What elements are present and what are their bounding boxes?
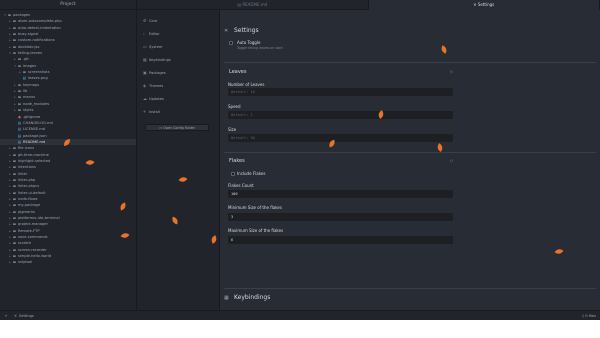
leaves-section-title: Leaves [229,69,247,75]
number-of-leaves-label: Number of Leaves [228,82,265,87]
max-flake-size-input[interactable]: 6 [228,236,453,244]
auto-toggle-checkbox[interactable] [229,41,233,45]
status-tab-label[interactable]: Settings [19,314,34,318]
falling-leaf [85,159,95,166]
auto-toggle-label: Auto Toggle [237,40,261,45]
screen-bottom [0,320,600,338]
nav-keybindings-label: Keybindings [149,57,171,62]
open-config-folder-label: Open Config Folder [163,126,195,130]
nav-keybindings[interactable]: ▦ Keybindings [137,53,219,66]
nav-install[interactable]: + Install [137,105,219,118]
status-files-label: 0 files [585,313,596,318]
number-of-leaves-input[interactable]: Default: 10 [228,88,453,96]
open-config-folder-button[interactable]: ▭ Open Config Folder [145,124,209,131]
flakes-count-label: Flakes Count [228,183,254,188]
tab-readme-label: README.md [242,2,268,7]
nav-packages[interactable]: ▣ Packages [137,66,219,79]
nav-core-label: Core [149,18,158,23]
tree-view: Project ▾ ▬ packages ▸ ▬ atom-autocomplete-ph… [0,0,137,310]
tree-header[interactable]: Project [0,0,136,10]
size-input[interactable]: Default: 30 [228,134,453,142]
tools-icon: ✕ [224,28,229,34]
nav-install-label: Install [149,109,160,114]
nav-packages-label: Packages [149,70,166,75]
add-tab-button[interactable]: + [3,314,9,318]
section-divider [224,288,596,289]
falling-leaf [436,143,443,153]
flakes-section-title: Flakes [229,158,245,164]
tab-settings[interactable]: ✕ Settings [368,0,600,10]
nav-themes[interactable]: ◈ Themes [137,79,219,92]
tools-icon: ✕ [14,313,18,318]
speed-label: Speed [228,104,241,109]
page-title: Settings [234,27,259,34]
settings-nav: ⚙ Core ‹ Editor ▭ System ▦ Keybindings ▣ Pack… [137,10,220,310]
tab-bar: ▤ README.md ✕ Settings [137,0,600,10]
tab-settings-label: Settings [477,2,495,7]
nav-editor-label: Editor [149,31,160,36]
keybindings-section-title: Keybindings [234,294,271,301]
package-icon: ◇ [450,69,454,74]
nav-system[interactable]: ▭ System [137,40,219,53]
nav-editor[interactable]: ‹ Editor [137,27,219,40]
flakes-count-input[interactable]: 100 [228,190,453,198]
min-flake-size-input[interactable]: 3 [228,213,453,221]
include-flakes-label: Include Flakes [237,171,266,176]
nav-updates[interactable]: ☁ Updates [137,92,219,105]
tree-item-label: sniptool [18,260,33,265]
tab-readme[interactable]: ▤ README.md [137,0,369,10]
tree-item[interactable]: ▸ ▬ sniptool [0,259,136,265]
settings-panel: ✕ Settings Auto Toggle Toggle falling le… [220,10,600,310]
include-flakes-checkbox[interactable] [231,172,235,176]
folder-icon: ▬ [12,260,17,265]
nav-updates-label: Updates [149,96,164,101]
section-divider [224,152,596,153]
max-flake-size-label: Maximum Size of the flakes [228,228,284,233]
nav-system-label: System [149,44,163,49]
nav-core[interactable]: ⚙ Core [137,14,219,27]
keyboard-icon: ▦ [224,295,229,301]
speed-input[interactable]: Default: 1 [228,111,453,119]
nav-themes-label: Themes [149,83,164,88]
status-files[interactable]: ▯ 0 files [582,314,596,318]
auto-toggle-description: Toggle falling leaves on start [237,46,283,50]
section-divider [224,62,596,63]
status-bar: + ✕ Settings ▯ 0 files [0,310,600,320]
min-flake-size-label: Minimum Size of the flakes [228,205,282,210]
size-label: Size [228,127,237,132]
package-icon: ◇ [450,158,454,163]
